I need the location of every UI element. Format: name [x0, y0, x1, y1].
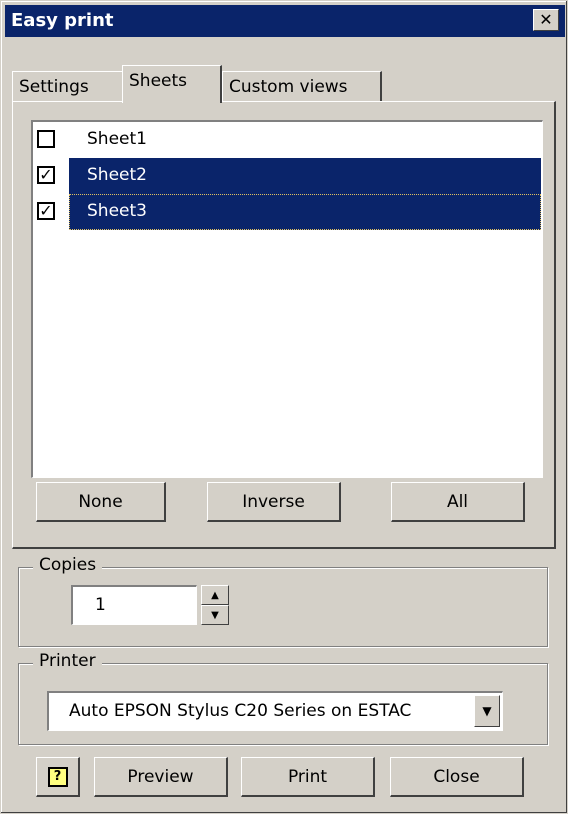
sheet1-label: Sheet1 — [87, 129, 147, 149]
copies-down-button[interactable]: ▼ — [201, 605, 229, 625]
tab-settings[interactable]: Settings — [12, 71, 124, 103]
printer-dropdown-button[interactable]: ▼ — [474, 695, 500, 727]
select-inverse-button[interactable]: Inverse — [207, 482, 341, 522]
arrow-up-icon: ▲ — [211, 589, 219, 601]
copies-legend: Copies — [33, 555, 103, 575]
close-icon: ✕ — [539, 10, 553, 29]
help-icon: ? — [47, 766, 68, 787]
tab-settings-label: Settings — [19, 77, 89, 97]
window-title: Easy print — [11, 10, 114, 31]
copies-input[interactable]: 1 — [71, 585, 197, 625]
sheet1-checkbox[interactable] — [37, 130, 55, 148]
tab-sheets[interactable]: Sheets — [122, 65, 222, 103]
help-button[interactable]: ? — [36, 757, 80, 797]
tab-custom-views[interactable]: Custom views — [222, 71, 382, 103]
preview-button[interactable]: Preview — [94, 757, 228, 797]
tab-custom-views-label: Custom views — [229, 77, 348, 97]
printer-select[interactable]: Auto EPSON Stylus C20 Series on ESTAC ▼ — [47, 691, 503, 731]
sheets-list[interactable]: Sheet1 ✓ Sheet2 ✓ Sheet3 — [31, 120, 543, 478]
sheets-tab-panel: Sheet1 ✓ Sheet2 ✓ Sheet3 None Inverse Al… — [12, 101, 556, 549]
checkmark-icon: ✓ — [39, 201, 53, 220]
sheet2-checkbox[interactable]: ✓ — [37, 166, 55, 184]
sheet3-checkbox[interactable]: ✓ — [37, 202, 55, 220]
title-bar: Easy print ✕ — [5, 5, 565, 37]
list-item-sheet3[interactable]: ✓ Sheet3 — [33, 194, 541, 230]
chevron-down-icon: ▼ — [482, 704, 492, 718]
copies-up-button[interactable]: ▲ — [201, 585, 229, 605]
select-none-button[interactable]: None — [36, 482, 166, 522]
select-all-button[interactable]: All — [391, 482, 525, 522]
list-item-sheet1[interactable]: Sheet1 — [33, 122, 541, 158]
print-button[interactable]: Print — [241, 757, 375, 797]
sheet2-label: Sheet2 — [69, 158, 541, 194]
easy-print-dialog: Easy print ✕ Settings Sheets Custom view… — [0, 0, 568, 814]
arrow-down-icon: ▼ — [211, 609, 219, 621]
list-item-sheet2[interactable]: ✓ Sheet2 — [33, 158, 541, 194]
printer-select-value: Auto EPSON Stylus C20 Series on ESTAC — [69, 701, 412, 721]
printer-legend: Printer — [33, 651, 102, 671]
close-window-button[interactable]: ✕ — [533, 9, 559, 31]
sheet3-label: Sheet3 — [69, 194, 541, 230]
checkmark-icon: ✓ — [39, 165, 53, 184]
tab-sheets-label: Sheets — [129, 71, 188, 91]
close-button[interactable]: Close — [390, 757, 524, 797]
